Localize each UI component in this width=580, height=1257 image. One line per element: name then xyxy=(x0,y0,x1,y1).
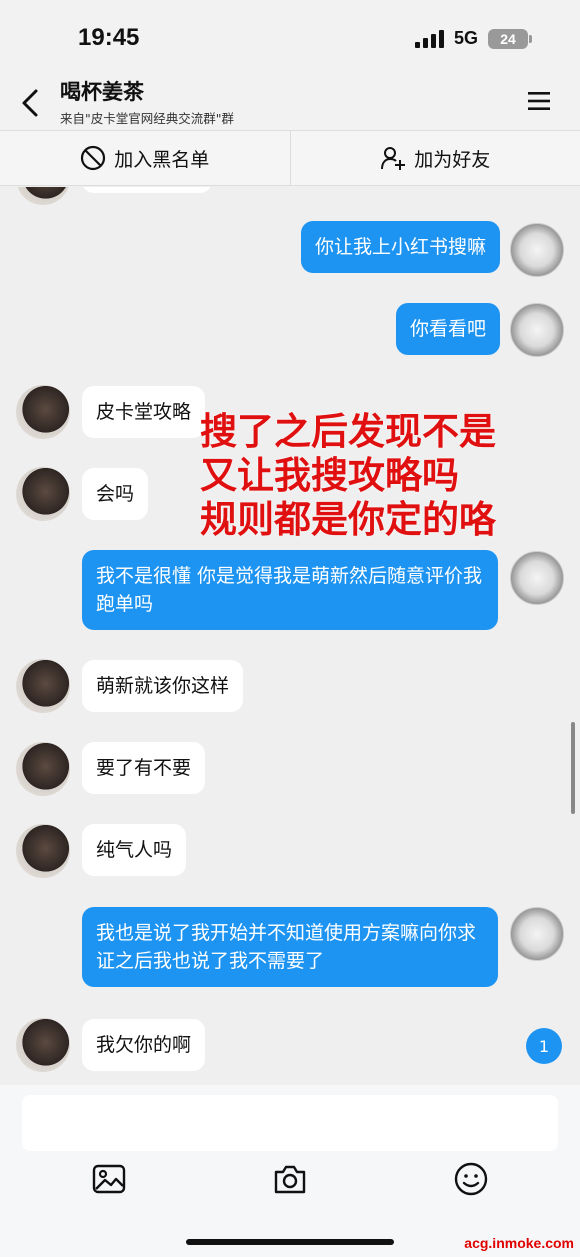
status-indicators: 5G 24 xyxy=(414,28,532,49)
action-bar: 加入黑名单 加为好友 xyxy=(0,130,580,186)
image-icon[interactable] xyxy=(91,1161,127,1197)
avatar[interactable] xyxy=(16,824,70,878)
input-area: acg.inmoke.com xyxy=(0,1085,580,1257)
battery-level: 24 xyxy=(500,30,516,47)
avatar[interactable] xyxy=(16,467,70,521)
signal-icon xyxy=(414,29,444,48)
menu-icon[interactable] xyxy=(528,92,550,110)
message-bubble[interactable]: 皮卡堂攻略 xyxy=(82,386,206,438)
battery-icon: 24 xyxy=(488,28,532,49)
message-bubble[interactable]: 我不是很懂 你是觉得我是萌新然后随意评价我跑单吗 xyxy=(82,550,498,630)
message-bubble[interactable]: 你让我上小红书搜嘛 xyxy=(300,221,500,273)
avatar[interactable] xyxy=(16,659,70,713)
message-bubble[interactable]: 萌新就该你这样 xyxy=(82,660,244,712)
overlay-annotation: 搜了之后发现不是 又让我搜攻略吗 规则都是你定的咯 xyxy=(200,410,496,541)
chat-header: 喝杯姜茶 来自"皮卡堂官网经典交流群"群 xyxy=(0,70,580,130)
avatar[interactable] xyxy=(16,187,70,205)
network-label: 5G xyxy=(453,28,478,48)
message-bubble[interactable]: 我也是说了我开始并不知道使用方案嘛向你求证之后我也说了我不需要了 xyxy=(82,907,498,987)
chat-area: 你让我上小红书搜嘛 你看看吧 皮卡堂攻略 会吗 我不是很懂 你是觉得我是萌新然后… xyxy=(0,187,580,1085)
add-friend-button[interactable]: 加为好友 xyxy=(289,131,580,185)
message-bubble[interactable]: 你看看吧 xyxy=(395,303,500,355)
emoji-icon[interactable] xyxy=(453,1161,489,1197)
message-input[interactable] xyxy=(22,1095,558,1151)
avatar[interactable] xyxy=(510,907,564,961)
status-time: 19:45 xyxy=(78,24,140,51)
message-bubble-partial xyxy=(82,187,212,193)
blacklist-label: 加入黑名单 xyxy=(114,148,210,171)
back-arrow-icon[interactable] xyxy=(18,88,44,118)
unread-count: 1 xyxy=(538,1036,550,1056)
home-indicator xyxy=(186,1239,394,1245)
avatar[interactable] xyxy=(510,223,564,277)
avatar[interactable] xyxy=(16,1018,70,1072)
unread-badge[interactable]: 1 xyxy=(526,1028,562,1064)
add-friend-label: 加为好友 xyxy=(414,148,491,171)
message-bubble[interactable]: 纯气人吗 xyxy=(82,824,187,876)
camera-icon[interactable] xyxy=(272,1161,308,1197)
avatar[interactable] xyxy=(16,742,70,796)
chat-title: 喝杯姜茶 xyxy=(60,80,144,104)
avatar[interactable] xyxy=(510,551,564,605)
blacklist-button[interactable]: 加入黑名单 xyxy=(0,131,290,185)
watermark: acg.inmoke.com xyxy=(464,1235,574,1251)
chat-subtitle: 来自"皮卡堂官网经典交流群"群 xyxy=(60,111,234,126)
avatar[interactable] xyxy=(510,303,564,357)
message-bubble[interactable]: 我欠你的啊 xyxy=(82,1019,206,1071)
add-friend-icon xyxy=(381,147,406,170)
status-bar: 19:45 5G 24 xyxy=(0,0,580,70)
block-icon xyxy=(81,145,106,171)
message-bubble[interactable]: 要了有不要 xyxy=(82,742,206,794)
avatar[interactable] xyxy=(16,385,70,439)
scrollbar[interactable] xyxy=(571,722,575,814)
message-bubble[interactable]: 会吗 xyxy=(82,468,149,520)
